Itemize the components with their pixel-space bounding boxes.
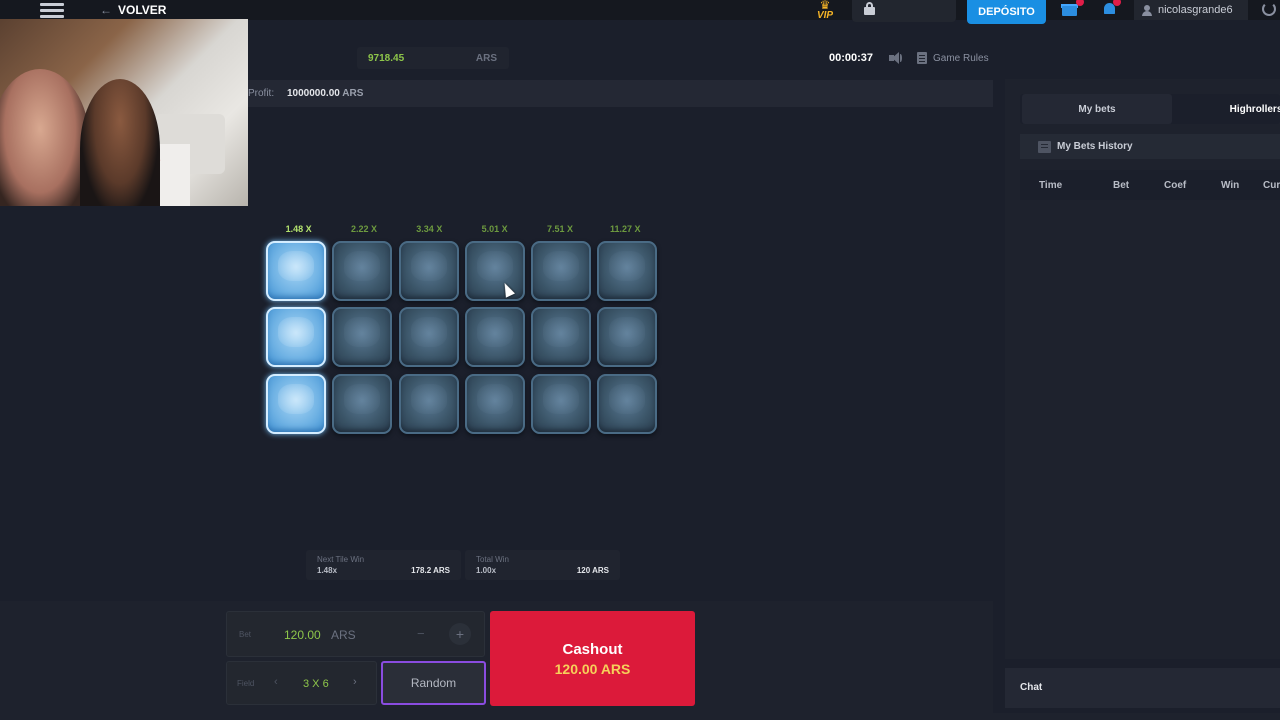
tile-grid bbox=[266, 241, 658, 434]
field-label: Field bbox=[237, 679, 255, 688]
bottom-edge bbox=[0, 713, 1280, 720]
bet-currency: ARS bbox=[331, 628, 356, 642]
next-tile-win-multiplier: 1.48x bbox=[317, 566, 338, 575]
tile[interactable] bbox=[398, 241, 459, 301]
total-win-title: Total Win bbox=[476, 555, 509, 564]
tile[interactable] bbox=[332, 373, 393, 434]
balance-currency: ARS bbox=[475, 53, 497, 64]
col-time: Time bbox=[1039, 180, 1063, 191]
next-tile-win-box: Next Tile Win 1.48x 178.2 ARS bbox=[306, 550, 461, 580]
profit-label: Profit: bbox=[248, 88, 275, 99]
back-label: VOLVER bbox=[118, 3, 167, 17]
total-win-box: Total Win 1.00x 120 ARS bbox=[465, 550, 620, 580]
chat-label: Chat bbox=[1020, 682, 1043, 693]
col-win: Win bbox=[1221, 180, 1240, 191]
chevron-left-icon[interactable]: ‹ bbox=[274, 676, 278, 688]
balance-display: 9718.45 ARS bbox=[357, 47, 509, 69]
lock-icon bbox=[864, 2, 875, 15]
tile-revealed[interactable] bbox=[266, 373, 326, 434]
cashout-amount: 120.00 ARS bbox=[554, 660, 631, 677]
session-timer: 00:00:37 bbox=[829, 52, 874, 64]
tile[interactable] bbox=[398, 373, 459, 434]
sound-icon[interactable] bbox=[889, 52, 903, 64]
arrow-left-icon: ← bbox=[100, 3, 112, 17]
multiplier-label: 7.51 X bbox=[546, 224, 573, 234]
vip-badge[interactable]: ♛ VIP bbox=[812, 0, 838, 24]
tile[interactable] bbox=[332, 241, 393, 301]
game-rules-button[interactable]: Game Rules bbox=[917, 52, 989, 64]
tile-revealed[interactable] bbox=[266, 307, 326, 368]
tile[interactable] bbox=[332, 307, 393, 368]
tile[interactable] bbox=[464, 241, 525, 301]
bet-input[interactable]: Bet 120.00 ARS − + bbox=[226, 611, 485, 657]
cashout-button[interactable]: Cashout 120.00 ARS bbox=[490, 611, 695, 706]
webcam-overlay bbox=[0, 19, 248, 206]
multiplier-label: 5.01 X bbox=[481, 224, 508, 234]
bet-value[interactable]: 120.00 bbox=[284, 628, 321, 642]
power-icon[interactable] bbox=[1262, 2, 1276, 16]
locked-balance-box[interactable] bbox=[852, 0, 956, 22]
col-bet: Bet bbox=[1113, 180, 1130, 191]
multiplier-row: 1.48 X 2.22 X 3.34 X 5.01 X 7.51 X 11.27 X bbox=[266, 224, 658, 234]
tab-highrollers[interactable]: Highrollers bbox=[1226, 94, 1280, 124]
next-tile-win-amount: 178.2 ARS bbox=[411, 566, 450, 575]
next-tile-win-title: Next Tile Win bbox=[317, 555, 365, 564]
history-table-header: Time Bet Coef Win Cur bbox=[1020, 170, 1280, 200]
game-rules-label: Game Rules bbox=[933, 52, 989, 64]
tile-revealed[interactable] bbox=[266, 241, 326, 301]
random-button[interactable]: Random bbox=[381, 661, 486, 705]
multiplier-label: 2.22 X bbox=[350, 224, 377, 234]
tile[interactable] bbox=[597, 307, 658, 368]
tile[interactable] bbox=[531, 373, 592, 434]
profit-value: 1000000.00 ARS bbox=[287, 88, 364, 99]
bet-label: Bet bbox=[239, 630, 252, 639]
field-size-selector[interactable]: Field ‹ 3 X 6 › bbox=[226, 661, 377, 705]
history-title: My Bets History bbox=[1057, 141, 1133, 152]
total-win-amount: 120 ARS bbox=[576, 566, 609, 575]
multiplier-label: 11.27 X bbox=[610, 224, 641, 234]
col-coef: Coef bbox=[1164, 180, 1187, 191]
crown-icon: ♛ bbox=[819, 0, 831, 12]
tile[interactable] bbox=[464, 373, 525, 434]
bets-panel bbox=[1005, 79, 1280, 659]
profit-bar: Profit: 1000000.00 ARS bbox=[248, 80, 993, 107]
top-bar bbox=[0, 0, 1280, 20]
decrease-bet-button[interactable]: − bbox=[417, 626, 425, 641]
tile[interactable] bbox=[531, 307, 592, 368]
tile[interactable] bbox=[464, 307, 525, 368]
vip-label: VIP bbox=[816, 10, 834, 21]
field-size-value: 3 X 6 bbox=[303, 678, 329, 690]
deposit-button[interactable]: DEPÓSITO bbox=[967, 0, 1046, 24]
multiplier-label: 3.34 X bbox=[416, 224, 443, 234]
tile[interactable] bbox=[531, 241, 592, 301]
history-icon bbox=[1038, 140, 1051, 153]
total-win-multiplier: 1.00x bbox=[476, 566, 497, 575]
back-button[interactable]: ← VOLVER bbox=[100, 3, 166, 17]
user-icon bbox=[1142, 4, 1152, 16]
menu-icon[interactable] bbox=[40, 0, 64, 18]
bets-tabs: My bets Highrollers bbox=[1020, 94, 1280, 124]
tab-my-bets[interactable]: My bets bbox=[1022, 94, 1172, 124]
balance-value: 9718.45 bbox=[368, 53, 405, 64]
bell-icon[interactable] bbox=[1103, 0, 1121, 16]
chevron-right-icon[interactable]: › bbox=[353, 676, 357, 688]
chat-bar[interactable]: Chat bbox=[1005, 668, 1280, 708]
bets-history-header[interactable]: My Bets History bbox=[1020, 134, 1280, 159]
tile[interactable] bbox=[398, 307, 459, 368]
tile[interactable] bbox=[597, 241, 658, 301]
username: nicolasgrande6 bbox=[1158, 4, 1233, 16]
rules-icon bbox=[917, 52, 927, 64]
gift-icon[interactable] bbox=[1061, 0, 1084, 16]
tile[interactable] bbox=[597, 373, 658, 434]
cashout-label: Cashout bbox=[562, 640, 623, 658]
increase-bet-button[interactable]: + bbox=[449, 623, 471, 645]
user-menu[interactable]: nicolasgrande6 bbox=[1134, 0, 1248, 20]
col-cur: Cur bbox=[1263, 180, 1280, 191]
multiplier-label: 1.48 X bbox=[285, 224, 312, 234]
